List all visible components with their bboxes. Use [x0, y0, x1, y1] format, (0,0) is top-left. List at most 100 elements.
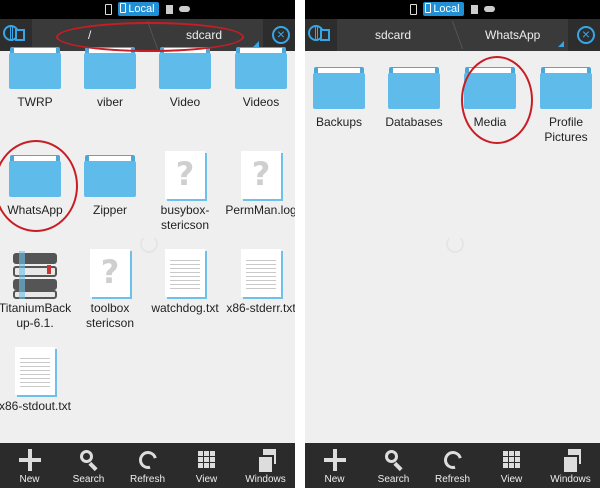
folder-item-whatsapp[interactable]: WhatsApp — [0, 151, 72, 218]
windows-button[interactable]: Windows — [236, 443, 295, 488]
item-label: TWRP — [17, 95, 53, 109]
breadcrumb-item-whatsapp[interactable]: WhatsApp — [485, 19, 540, 51]
windows-icon — [255, 449, 277, 474]
breadcrumb-item-sdcard[interactable]: sdcard — [375, 19, 411, 51]
local-badge: Local — [118, 2, 159, 16]
view-label: View — [195, 474, 218, 485]
item-label: Profile Pictures — [544, 115, 588, 144]
unknown-file-icon: ? — [159, 151, 211, 201]
item-label: Video — [169, 95, 201, 109]
view-label: View — [500, 474, 523, 485]
item-label: viber — [96, 95, 123, 109]
folder-item[interactable]: Zipper — [73, 151, 147, 218]
bottom-toolbar: New Search Refresh View Windows — [305, 443, 600, 488]
new-label: New — [324, 474, 345, 485]
file-item[interactable]: x86-stdout.txt — [0, 347, 72, 414]
item-label: x86-stderr.txt — [226, 301, 295, 315]
folder-item[interactable]: Video — [148, 43, 222, 110]
item-label: Databases — [385, 115, 443, 129]
search-button[interactable]: Search — [364, 443, 423, 488]
folder-item[interactable]: Databases — [377, 63, 451, 130]
file-item[interactable]: ? PermMan.log — [224, 151, 295, 218]
file-item[interactable]: ? toolbox stericson — [73, 249, 147, 331]
windows-icon — [560, 449, 582, 474]
new-label: New — [19, 474, 40, 485]
search-icon — [78, 449, 100, 472]
folder-icon — [235, 43, 287, 93]
view-button[interactable]: View — [177, 443, 236, 488]
file-item[interactable]: x86-stderr.txt — [224, 249, 295, 316]
search-label: Search — [377, 474, 410, 485]
left-screen: Local / sdcard × TWRP viber Video Videos… — [0, 0, 295, 488]
folder-item[interactable]: Backups — [305, 63, 376, 130]
item-label: x86-stdout.txt — [0, 399, 72, 413]
refresh-icon — [440, 447, 465, 473]
breadcrumb-separator — [441, 21, 464, 49]
file-item[interactable]: ? busybox-stericson — [148, 151, 222, 233]
item-label: TitaniumBackup-6.1. — [0, 301, 72, 330]
folder-icon — [464, 63, 516, 113]
file-item[interactable]: watchdog.txt — [148, 249, 222, 316]
phone-icon — [425, 3, 432, 13]
windows-label: Windows — [550, 474, 591, 485]
unknown-file-icon: ? — [84, 249, 136, 299]
file-grid: TWRP viber Video Videos WhatsApp Zipper … — [0, 47, 295, 443]
item-label: Media — [473, 115, 507, 129]
status-bar: Local — [305, 0, 600, 19]
unknown-file-icon: ? — [235, 151, 287, 201]
bottom-toolbar: New Search Refresh View Windows — [0, 443, 295, 488]
item-label: Backups — [315, 115, 363, 129]
loading-spinner-icon — [446, 235, 464, 253]
sd-card-icon — [470, 4, 478, 14]
file-item[interactable]: TitaniumBackup-6.1. — [0, 249, 72, 331]
window-icon — [15, 29, 25, 41]
refresh-button[interactable]: Refresh — [423, 443, 482, 488]
grid-icon — [501, 449, 523, 471]
cloud-icon — [483, 6, 495, 13]
local-badge: Local — [423, 2, 464, 16]
folder-icon — [84, 43, 136, 93]
network-button[interactable] — [305, 19, 335, 51]
path-bar: sdcard WhatsApp × — [305, 19, 600, 51]
view-button[interactable]: View — [482, 443, 541, 488]
folder-item-media[interactable]: Media — [453, 63, 527, 130]
cloud-icon — [178, 6, 190, 13]
close-icon[interactable]: × — [577, 26, 595, 44]
refresh-label: Refresh — [434, 474, 470, 485]
search-label: Search — [72, 474, 105, 485]
folder-item[interactable]: viber — [73, 43, 147, 110]
item-label: busybox-stericson — [160, 203, 210, 232]
grid-icon — [196, 449, 218, 471]
window-icon — [320, 29, 330, 41]
item-label: Videos — [242, 95, 280, 109]
folder-item[interactable]: Profile Pictures — [529, 63, 600, 145]
dropdown-corner-icon[interactable] — [558, 41, 564, 47]
file-grid: Backups Databases Media Profile Pictures — [305, 51, 600, 443]
search-icon — [383, 449, 405, 472]
right-screen: Local sdcard WhatsApp × Backups Database… — [305, 0, 600, 488]
close-icon[interactable]: × — [272, 26, 290, 44]
device-icon — [410, 3, 418, 15]
folder-item[interactable]: Videos — [224, 43, 295, 110]
search-button[interactable]: Search — [59, 443, 118, 488]
folder-item[interactable]: TWRP — [0, 43, 72, 110]
plus-icon — [18, 449, 41, 471]
folder-icon — [9, 43, 61, 93]
folder-icon — [313, 63, 365, 113]
folder-icon — [388, 63, 440, 113]
local-badge-label: Local — [128, 3, 155, 15]
new-button[interactable]: New — [305, 443, 364, 488]
windows-button[interactable]: Windows — [541, 443, 600, 488]
refresh-button[interactable]: Refresh — [118, 443, 177, 488]
text-file-icon — [159, 249, 211, 299]
new-button[interactable]: New — [0, 443, 59, 488]
item-label: PermMan.log — [225, 203, 295, 217]
folder-icon — [159, 43, 211, 93]
item-label: WhatsApp — [7, 203, 63, 217]
local-badge-label: Local — [433, 3, 460, 15]
refresh-icon — [135, 447, 160, 473]
windows-label: Windows — [245, 474, 286, 485]
folder-icon — [84, 151, 136, 201]
breadcrumb: sdcard WhatsApp — [337, 19, 568, 51]
item-label: watchdog.txt — [151, 301, 219, 315]
